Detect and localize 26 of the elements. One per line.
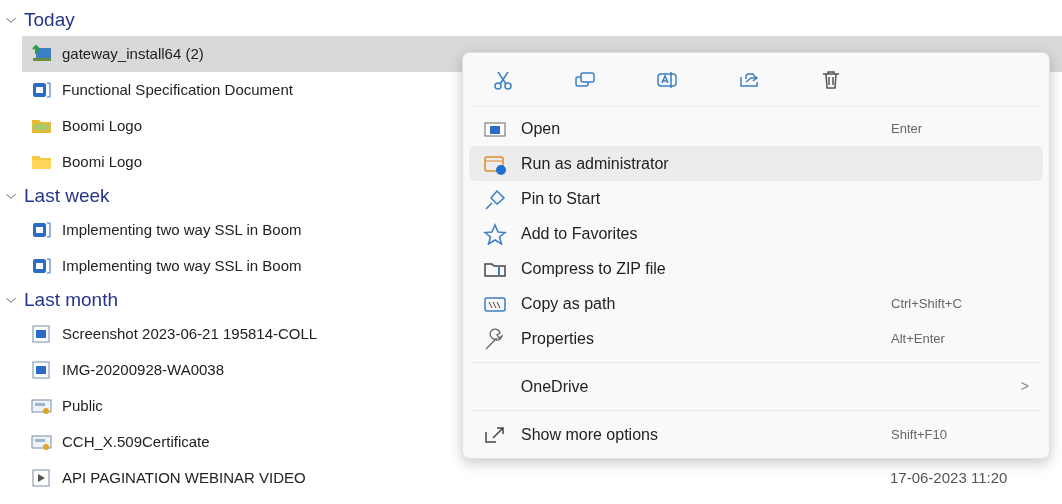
file-name: API PAGINATION WEBINAR VIDEO [62, 467, 307, 488]
menu-label: Open [521, 118, 562, 139]
submenu-arrow: > [1020, 377, 1029, 396]
file-name: Boomi Logo [62, 115, 144, 136]
shortcut-text: Enter [891, 119, 923, 138]
file-name: Implementing two way SSL in Boom [62, 219, 303, 240]
menu-label: Compress to ZIP file [521, 258, 667, 279]
file-name: Screenshot 2023-06-21 195814-COLL [62, 323, 319, 344]
menu-label: OneDrive [520, 376, 590, 397]
file-name: Boomi Logo [62, 151, 144, 172]
file-name: gateway_install64 (2) [62, 43, 205, 64]
shortcut-text: Shift+F10 [891, 425, 947, 444]
menu-label: Run as administrator [521, 153, 670, 174]
menu-label: Properties [521, 328, 595, 349]
shortcut-text: Ctrl+Shift+C [891, 294, 962, 313]
file-date: 17-06-2023 11:20 [890, 467, 1008, 488]
file-name: Public [62, 395, 104, 416]
menu-label: Pin to Start [521, 188, 602, 209]
menu-label: Copy as path [521, 293, 617, 314]
shortcut-text: Alt+Enter [891, 329, 945, 348]
file-name: IMG-20200928-WA0038 [62, 359, 226, 380]
menu-label: Add to Favorites [521, 223, 639, 244]
file-name: CCH_X.509Certificate [62, 431, 211, 452]
file-name: Implementing two way SSL in Boom [62, 255, 303, 276]
file-name: Functional Specification Document [62, 79, 294, 100]
menu-label: Show more options [521, 424, 659, 445]
